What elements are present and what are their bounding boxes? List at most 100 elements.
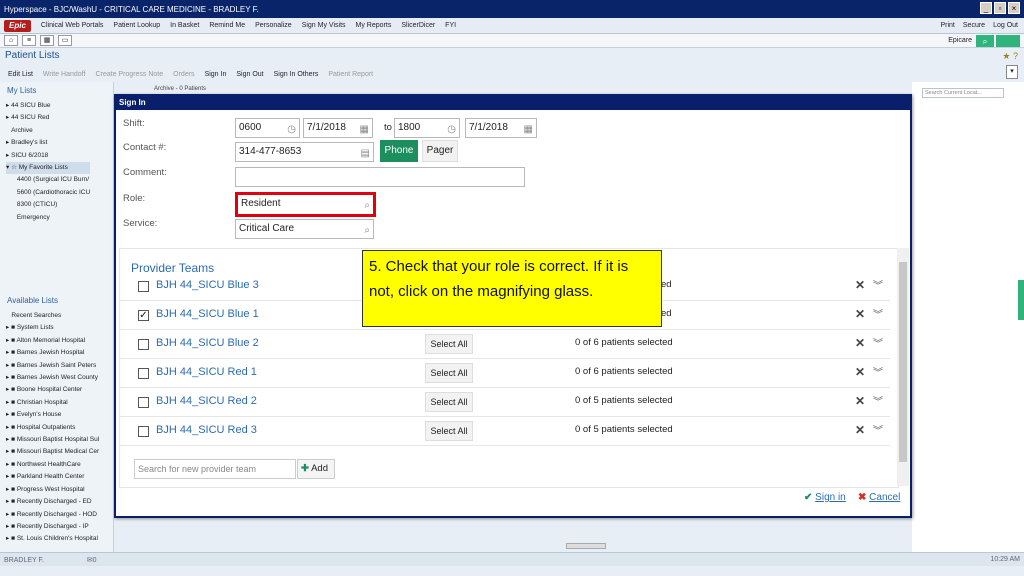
shift-start-date-field[interactable]: 7/1/2018 ▦	[303, 118, 373, 138]
scrollbar-thumb[interactable]	[899, 262, 907, 462]
clock-icon[interactable]: ◷	[287, 121, 296, 139]
grid-icon[interactable]: ▦	[40, 35, 54, 46]
menu-personalize[interactable]: Personalize	[255, 22, 292, 29]
calendar-icon[interactable]: ▦	[360, 121, 369, 139]
close-window-button[interactable]: ×	[1008, 2, 1020, 14]
list-item[interactable]: ▸ ■ Recently Discharged - IP	[6, 521, 99, 533]
chevron-down-icon[interactable]: ︾	[873, 277, 883, 292]
chevron-down-icon[interactable]: ︾	[873, 422, 883, 437]
resize-handle[interactable]	[566, 543, 606, 549]
list-item[interactable]: Recent Searches	[6, 310, 99, 322]
list-item[interactable]: ▸ ■ System Lists	[6, 322, 99, 334]
shift-start-time-field[interactable]: 0600 ◷	[235, 118, 300, 138]
service-field[interactable]: Critical Care ⌕	[235, 219, 374, 239]
close-icon[interactable]: ✕	[855, 336, 865, 350]
print-button[interactable]: Print	[940, 22, 954, 29]
orders-button[interactable]: Orders	[173, 71, 194, 78]
clock-icon[interactable]: ◷	[447, 121, 456, 139]
list-item[interactable]: ▸ ■ Recently Discharged - HOD	[6, 509, 99, 521]
team-checkbox[interactable]	[138, 397, 149, 408]
list-item[interactable]: ▾ ☆ My Favorite Lists	[6, 162, 91, 175]
minimize-button[interactable]: _	[980, 2, 992, 14]
menu-in-basket[interactable]: In Basket	[170, 22, 199, 29]
epic-menu-button[interactable]: Epic	[4, 19, 31, 32]
contact-number-field[interactable]: 314-477-8653 ▤	[235, 142, 374, 162]
select-all-button[interactable]: Select All	[425, 334, 473, 354]
add-team-button[interactable]: ✚ Add	[297, 459, 335, 479]
list-item[interactable]: ▸ ■ Boone Hospital Center	[6, 384, 99, 396]
write-handoff-button[interactable]: Write Handoff	[43, 71, 86, 78]
star-icon[interactable]: ★ ?	[1002, 51, 1018, 62]
magnifying-glass-icon[interactable]: ⌕	[364, 222, 370, 240]
sign-in-others-button[interactable]: Sign In Others	[274, 71, 319, 78]
cancel-button[interactable]: ✖ Cancel	[858, 492, 900, 503]
list-item[interactable]: ▸ ■ Progress West Hospital	[6, 484, 99, 496]
select-all-button[interactable]: Select All	[425, 392, 473, 412]
comment-field[interactable]	[235, 167, 525, 187]
select-all-button[interactable]: Select All	[425, 421, 473, 441]
list-item[interactable]: ▸ ■ Recently Discharged - ED	[6, 496, 99, 508]
team-checkbox[interactable]: ✓	[138, 310, 149, 321]
folder-icon[interactable]: ▭	[58, 35, 72, 46]
team-checkbox[interactable]	[138, 339, 149, 350]
team-checkbox[interactable]	[138, 426, 149, 437]
list-item[interactable]: ▸ ■ Alton Memorial Hospital	[6, 335, 99, 347]
menu-clinical-web-portals[interactable]: Clinical Web Portals	[41, 22, 104, 29]
list-item[interactable]: ▸ ■ Barnes Jewish Saint Peters	[6, 360, 99, 372]
list-item[interactable]: 5600 (Cardiothoracic ICU	[6, 187, 90, 199]
select-all-button[interactable]: Select All	[425, 363, 473, 383]
restore-button[interactable]: ▫	[994, 2, 1006, 14]
list-item[interactable]: Archive	[6, 125, 90, 137]
chevron-down-icon[interactable]: ︾	[873, 393, 883, 408]
list-item[interactable]: ▸ 44 SICU Red	[6, 112, 90, 124]
list-item[interactable]: ▸ ■ Parkland Health Center	[6, 471, 99, 483]
shift-end-time-field[interactable]: 1800 ◷	[394, 118, 460, 138]
search-icon[interactable]: ⌕	[976, 35, 994, 47]
sign-in-button[interactable]: ✔ Sign in	[804, 492, 846, 503]
phone-toggle-button[interactable]: Phone	[380, 140, 418, 162]
list-item[interactable]: ▸ ■ Barnes Jewish Hospital	[6, 347, 99, 359]
menu-my-reports[interactable]: My Reports	[356, 22, 392, 29]
list-item[interactable]: ▸ SICU 6/2018	[6, 150, 90, 162]
close-icon[interactable]: ✕	[855, 278, 865, 292]
list-item[interactable]: ▸ ■ Evelyn's House	[6, 409, 99, 421]
chevron-down-icon[interactable]: ▾	[1006, 65, 1018, 79]
secure-button[interactable]: Secure	[963, 22, 985, 29]
list-item[interactable]: Emergency	[6, 212, 90, 224]
close-icon[interactable]: ✕	[855, 307, 865, 321]
pager-toggle-button[interactable]: Pager	[422, 140, 458, 162]
menu-patient-lookup[interactable]: Patient Lookup	[113, 22, 160, 29]
teams-scrollbar[interactable]	[897, 248, 909, 486]
list-item[interactable]: 8300 (CTICU)	[6, 199, 90, 211]
list-item[interactable]: ▸ ■ Missouri Baptist Medical Cer	[6, 446, 99, 458]
list-item[interactable]: ▸ 44 SICU Blue	[6, 100, 90, 112]
edit-list-button[interactable]: Edit List	[8, 71, 33, 78]
close-icon[interactable]: ✕	[855, 423, 865, 437]
close-icon[interactable]: ✕	[855, 365, 865, 379]
chevron-down-icon[interactable]: ︾	[873, 306, 883, 321]
patient-report-button[interactable]: Patient Report	[328, 71, 373, 78]
team-checkbox[interactable]	[138, 281, 149, 292]
list-item[interactable]: ▸ ■ Christian Hospital	[6, 397, 99, 409]
list-icon[interactable]: ≡	[22, 35, 36, 46]
phonebook-icon[interactable]: ▤	[361, 145, 370, 163]
search-field[interactable]	[996, 35, 1020, 47]
menu-fyi[interactable]: FYI	[445, 22, 456, 29]
side-collapse-tab[interactable]	[1018, 280, 1024, 320]
menu-slicerdicer[interactable]: SlicerDicer	[401, 22, 435, 29]
log-out-button[interactable]: Log Out	[993, 22, 1018, 29]
chevron-down-icon[interactable]: ︾	[873, 364, 883, 379]
list-item[interactable]: ▸ ■ Hospital Outpatients	[6, 422, 99, 434]
menu-remind-me[interactable]: Remind Me	[209, 22, 245, 29]
shift-end-date-field[interactable]: 7/1/2018 ▦	[465, 118, 537, 138]
list-item[interactable]: ▸ ■ St. Louis Children's Hospital	[6, 533, 99, 545]
list-item[interactable]: 4400 (Surgical ICU Burn/	[6, 174, 90, 186]
list-item[interactable]: ▸ Bradley's list	[6, 137, 90, 149]
search-current-location-input[interactable]: Search Current Locat...	[922, 88, 1004, 98]
team-checkbox[interactable]	[138, 368, 149, 379]
provider-team-search-input[interactable]: Search for new provider team	[134, 459, 296, 479]
menu-sign-my-visits[interactable]: Sign My Visits	[302, 22, 346, 29]
home-icon[interactable]: ⌂	[4, 35, 18, 46]
close-icon[interactable]: ✕	[855, 394, 865, 408]
calendar-icon[interactable]: ▦	[524, 121, 533, 139]
